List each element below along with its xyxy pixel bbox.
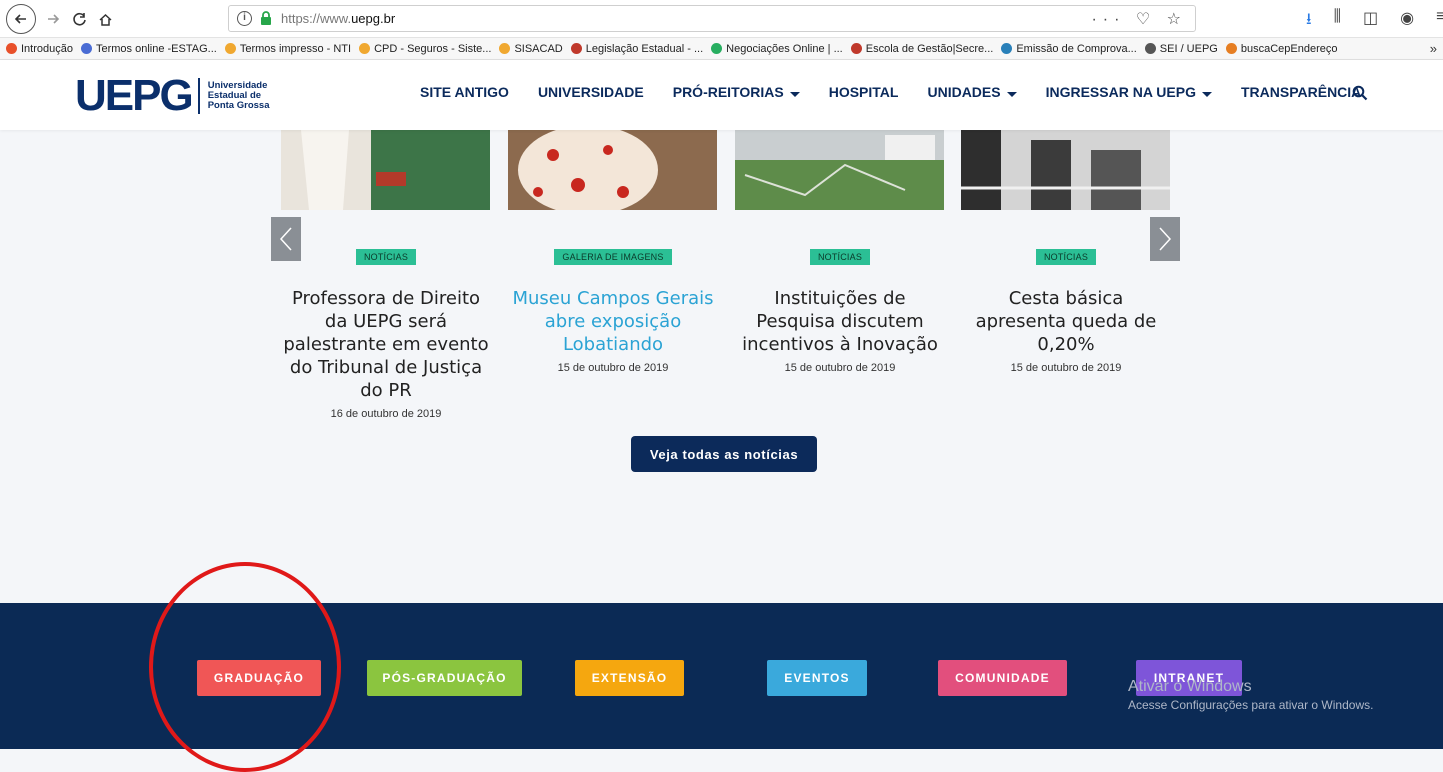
nav-item-transpar-ncia[interactable]: TRANSPARÊNCIA [1241, 84, 1361, 100]
category-badge[interactable]: GALERIA DE IMAGENS [554, 249, 672, 265]
bookmark-icon [1225, 43, 1237, 54]
search-icon[interactable] [1352, 85, 1368, 101]
bookmark-item[interactable]: SEI / UEPG [1144, 43, 1218, 55]
all-news-button[interactable]: Veja todas as notícias [631, 436, 817, 472]
bookmark-item[interactable]: Introdução [6, 43, 73, 55]
bookmark-item[interactable]: Legislação Estadual - ... [570, 43, 703, 55]
news-date: 15 de outubro de 2019 [1010, 362, 1122, 374]
news-title[interactable]: Museu Campos Gerais abre exposição Lobat… [508, 287, 718, 356]
page-actions-icon[interactable]: ··· ♡ ☆ [1091, 9, 1187, 29]
category-button-2[interactable]: PÓS-GRADUAÇÃO [367, 660, 522, 696]
category-button-5[interactable]: COMUNIDADE [938, 660, 1067, 696]
arrow-right-icon [48, 14, 60, 24]
news-date: 15 de outubro de 2019 [784, 362, 896, 374]
home-button[interactable] [92, 6, 118, 32]
arrow-left-icon [14, 14, 26, 24]
news-date: 15 de outubro de 2019 [557, 362, 669, 374]
bookmark-item[interactable]: Emissão de Comprova... [1001, 43, 1137, 55]
nav-item-universidade[interactable]: UNIVERSIDADE [538, 84, 644, 100]
nav-item-site-antigo[interactable]: SITE ANTIGO [420, 84, 509, 100]
library-icon[interactable]: ⫼ [1334, 8, 1341, 35]
bookmark-icon [570, 43, 582, 54]
site-logo[interactable]: UEPG Universidade Estadual de Ponta Gros… [75, 71, 270, 120]
news-date: 16 de outubro de 2019 [330, 408, 442, 420]
address-bar[interactable]: i https://www.uepg.br ··· ♡ ☆ [228, 5, 1196, 32]
news-image-4[interactable] [961, 130, 1170, 210]
logo-mark: UEPG [75, 71, 194, 120]
menu-icon[interactable]: ≡ [1436, 8, 1443, 35]
bookmark-icon [499, 43, 511, 54]
bookmark-item[interactable]: CPD - Seguros - Siste... [359, 43, 491, 55]
nav-item-pr-reitorias[interactable]: PRÓ-REITORIAS [673, 84, 800, 100]
caret-down-icon [1201, 91, 1212, 97]
browser-toolbar: i https://www.uepg.br ··· ♡ ☆ ⭳ ⫼ ◫ ◉ ≡ [0, 0, 1443, 38]
category-badge[interactable]: NOTÍCIAS [355, 249, 417, 265]
nav-item-unidades[interactable]: UNIDADES [927, 84, 1017, 100]
news-card: NOTÍCIAS Professora de Direito da UEPG se… [281, 247, 491, 420]
news-title[interactable]: Professora de Direito da UEPG será pales… [281, 287, 491, 402]
bookmark-icon [1001, 43, 1013, 54]
bookmark-icon [1144, 43, 1156, 54]
bookmark-icon [850, 43, 862, 54]
news-card: NOTÍCIAS Cesta básica apresenta queda de … [961, 247, 1171, 374]
caret-down-icon [789, 91, 800, 97]
browser-tools: ⭳ ⫼ ◫ ◉ ≡ [1306, 8, 1443, 35]
news-card: GALERIA DE IMAGENS Museu Campos Gerais ab… [508, 247, 718, 374]
forward-button[interactable] [40, 6, 66, 32]
news-image-3[interactable] [735, 130, 944, 210]
category-band: INTRANET COMUNIDADE EVENTOS EXTENSÃO PÓS-GRA… [0, 603, 1443, 749]
info-icon[interactable]: i [237, 11, 252, 26]
bookmark-icon [224, 43, 236, 54]
extension-icon[interactable]: ◉ [1400, 8, 1414, 35]
bookmark-item[interactable]: buscaCepEndereço [1225, 43, 1337, 55]
bookmarks-bar: Introdução Termos online -ESTAG... Termos … [0, 38, 1443, 60]
back-button[interactable] [6, 4, 36, 34]
download-icon[interactable]: ⭳ [1306, 8, 1312, 35]
nav-item-ingressar-na-uepg[interactable]: INGRESSAR NA UEPG [1046, 84, 1212, 100]
bookmark-item[interactable]: Termos impresso - NTI [224, 43, 351, 55]
bookmark-item[interactable]: Termos online -ESTAG... [80, 43, 217, 55]
news-image-1[interactable] [281, 130, 490, 210]
logo-text: Universidade Estadual de Ponta Grossa [207, 80, 270, 111]
sidebar-icon[interactable]: ◫ [1363, 8, 1378, 35]
main-nav: SITE ANTIGO UNIVERSIDADE PRÓ-REITORIAS HOSP… [420, 84, 1361, 100]
nav-item-hospital[interactable]: HOSPITAL [829, 84, 899, 100]
bookmark-icon [711, 43, 723, 54]
news-card: NOTÍCIAS Instituições de Pesquisa discute… [735, 247, 945, 374]
bookmarks-overflow-icon[interactable]: » [1430, 41, 1437, 56]
bookmark-item[interactable]: SISACAD [499, 43, 563, 55]
bookmark-icon [6, 43, 17, 54]
category-button-3[interactable]: EXTENSÃO [575, 660, 684, 696]
lock-icon [261, 11, 271, 25]
category-button-1[interactable]: GRADUAÇÃO [197, 660, 321, 696]
bookmark-icon [80, 43, 92, 54]
category-badge[interactable]: NOTÍCIAS [1035, 249, 1097, 265]
category-button-4[interactable]: EVENTOS [767, 660, 867, 696]
bookmark-icon [359, 43, 371, 54]
bookmark-item[interactable]: Escola de Gestão|Secre... [850, 43, 993, 55]
logo-divider [197, 78, 200, 114]
site-header: UEPG Universidade Estadual de Ponta Gros… [0, 60, 1443, 130]
bookmark-item[interactable]: Negociações Online | ... [711, 43, 843, 55]
news-title[interactable]: Cesta básica apresenta queda de 0,20% [961, 287, 1171, 356]
reload-button[interactable] [66, 6, 92, 32]
news-image-2[interactable] [508, 130, 717, 210]
reload-icon [72, 12, 86, 26]
news-section: NOTÍCIAS Professora de Direito da UEPG se… [0, 130, 1443, 603]
url-text: https://www.uepg.br [281, 11, 396, 26]
caret-down-icon [1006, 91, 1017, 97]
windows-activation-watermark: Ativar o Windows Acesse Configurações pa… [1128, 678, 1374, 712]
home-icon [98, 13, 112, 26]
category-badge[interactable]: NOTÍCIAS [809, 249, 871, 265]
news-title[interactable]: Instituições de Pesquisa discutem incent… [735, 287, 945, 356]
